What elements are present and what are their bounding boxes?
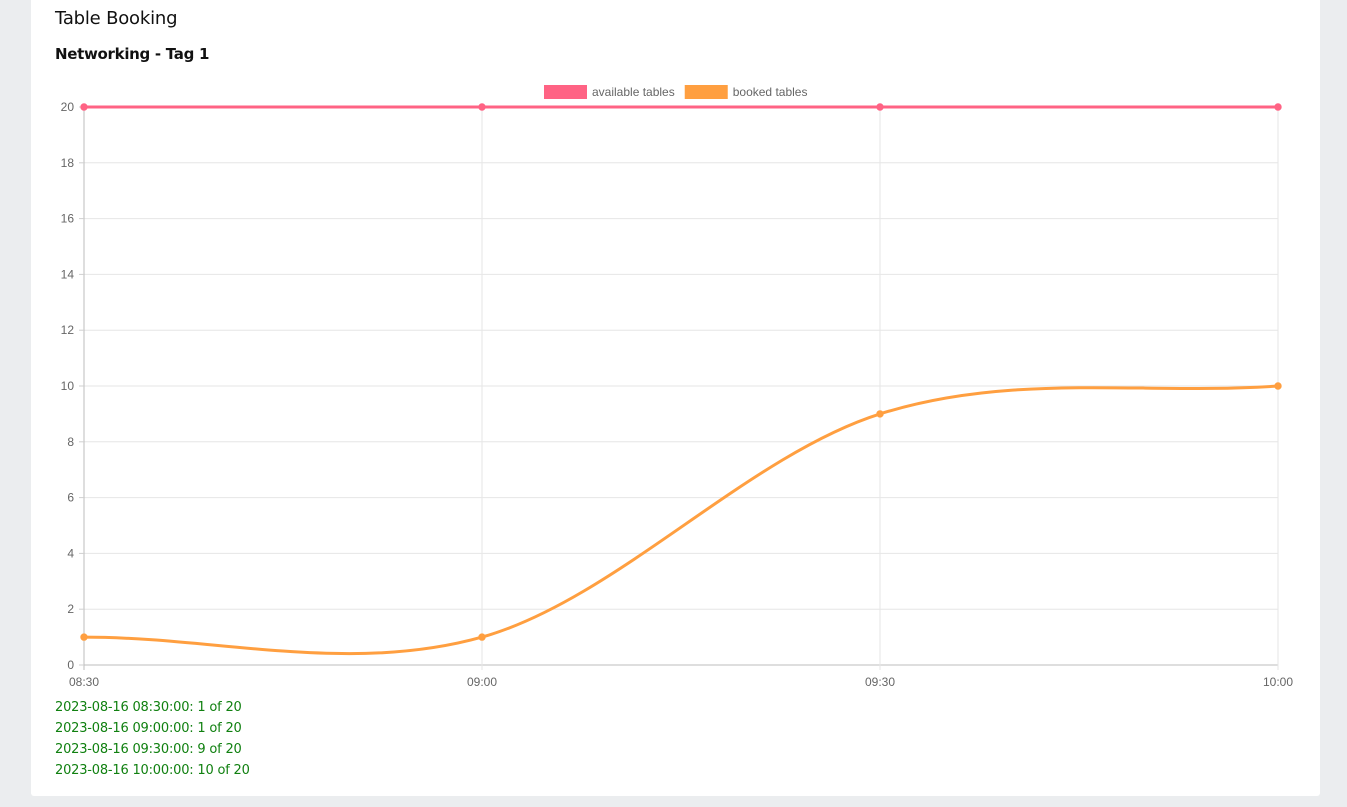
y-tick-label: 6 — [67, 491, 74, 505]
y-tick-label: 18 — [61, 156, 75, 170]
y-tick-label: 20 — [61, 100, 75, 114]
legend-label: available tables — [592, 85, 675, 99]
data-point-available-tables — [80, 103, 88, 111]
x-tick-label: 09:30 — [865, 675, 895, 689]
legend-swatch — [684, 85, 728, 99]
summary-line: 2023-08-16 10:00:00: 10 of 20 — [55, 763, 250, 778]
chart-series — [80, 103, 1282, 656]
data-point-booked-tables — [478, 633, 486, 641]
chart-axes: 0 2 4 6 8 10 12 14 16 18 20 08:30 09:00 09:30 10:00 — [61, 100, 1294, 689]
y-tick-label: 8 — [67, 435, 74, 449]
booking-card: Table Booking Networking - Tag 1 0 2 4 6 8 10… — [31, 0, 1320, 796]
booking-summary: 2023-08-16 08:30:00: 1 of 20 2023-08-16 … — [55, 697, 250, 781]
x-tick-label: 10:00 — [1263, 675, 1293, 689]
booking-chart: 0 2 4 6 8 10 12 14 16 18 20 08:30 09:00 09:30 10:00 av… — [31, 0, 1320, 705]
summary-line: 2023-08-16 09:00:00: 1 of 20 — [55, 721, 242, 736]
data-point-available-tables — [876, 103, 884, 111]
y-tick-label: 12 — [61, 323, 75, 337]
data-point-available-tables — [1274, 103, 1282, 111]
y-tick-label: 4 — [67, 546, 74, 560]
data-point-available-tables — [478, 103, 486, 111]
summary-line: 2023-08-16 08:30:00: 1 of 20 — [55, 700, 242, 715]
data-point-booked-tables — [876, 410, 884, 418]
data-point-booked-tables — [80, 633, 88, 641]
y-tick-label: 16 — [61, 212, 75, 226]
booking-chart-svg: 0 2 4 6 8 10 12 14 16 18 20 08:30 09:00 09:30 10:00 av… — [61, 85, 1294, 689]
y-tick-label: 14 — [61, 267, 75, 281]
y-tick-label: 10 — [61, 379, 75, 393]
y-tick-label: 2 — [67, 602, 74, 616]
x-tick-label: 08:30 — [69, 675, 99, 689]
chart-legend: available tables booked tables — [544, 85, 807, 99]
summary-line: 2023-08-16 09:30:00: 9 of 20 — [55, 742, 242, 757]
x-tick-label: 09:00 — [467, 675, 497, 689]
legend-label: booked tables — [733, 85, 808, 99]
legend-swatch — [544, 85, 587, 99]
y-tick-label: 0 — [67, 658, 74, 672]
series-line-booked-tables — [83, 384, 1279, 656]
data-point-booked-tables — [1274, 382, 1282, 390]
